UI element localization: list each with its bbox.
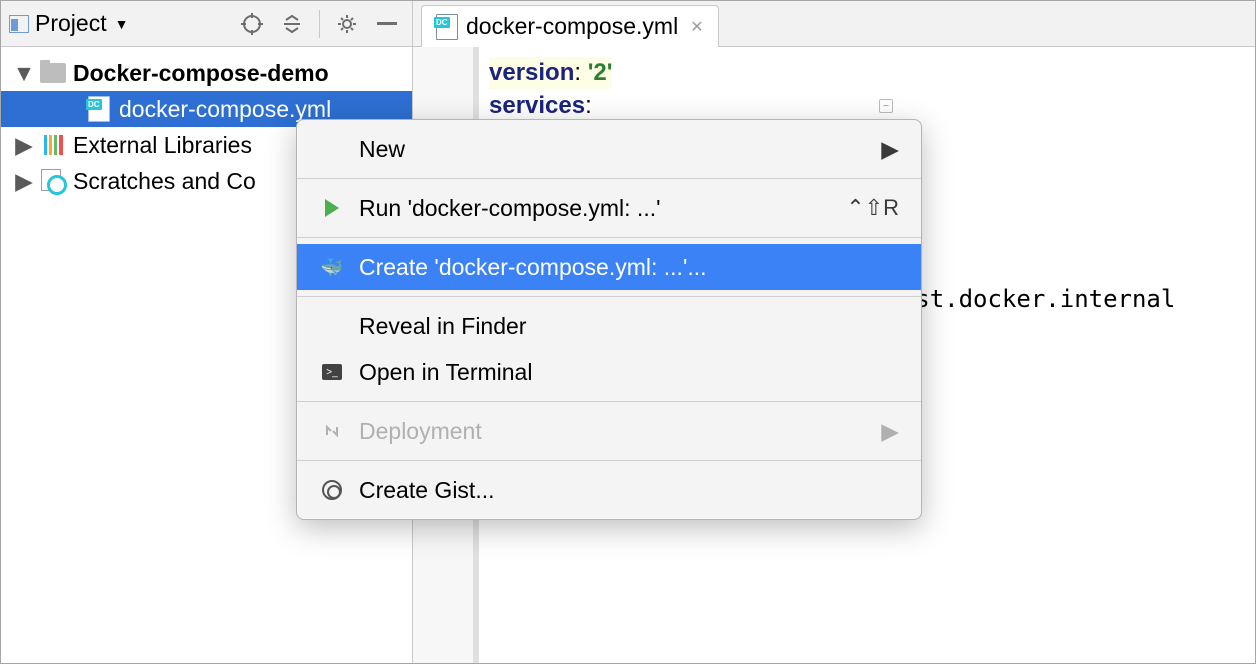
- menu-create-gist[interactable]: Create Gist...: [297, 467, 921, 513]
- project-label: Project: [35, 10, 107, 37]
- code-value: '2': [588, 59, 613, 86]
- menu-run[interactable]: Run 'docker-compose.yml: ...' ⌃⇧R: [297, 185, 921, 231]
- menu-deployment: Deployment ▶: [297, 408, 921, 454]
- file-label: docker-compose.yml: [119, 96, 331, 123]
- root-folder-label: Docker-compose-demo: [73, 60, 329, 87]
- close-tab-icon[interactable]: ✕: [690, 17, 703, 37]
- collapse-button[interactable]: [275, 7, 309, 41]
- github-icon: [322, 480, 342, 500]
- tab-label: docker-compose.yml: [466, 13, 678, 40]
- play-icon: [325, 199, 339, 217]
- docker-icon: 🐳: [321, 257, 343, 278]
- menu-label: Reveal in Finder: [359, 313, 526, 340]
- tree-root-folder[interactable]: ▼ Docker-compose-demo: [1, 55, 412, 91]
- code-key: services: [489, 92, 585, 119]
- menu-label: Run 'docker-compose.yml: ...': [359, 195, 661, 222]
- code-key: version: [489, 59, 574, 86]
- menu-open-terminal[interactable]: >_ Open in Terminal: [297, 349, 921, 395]
- fold-marker-icon[interactable]: −: [879, 99, 893, 113]
- docker-compose-file-icon: [88, 96, 110, 122]
- editor-tab[interactable]: docker-compose.yml ✕: [421, 5, 719, 47]
- external-libraries-label: External Libraries: [73, 132, 252, 159]
- sidebar-toolbar: Project ▼: [1, 1, 412, 47]
- deployment-icon: [319, 421, 345, 441]
- locate-button[interactable]: [235, 7, 269, 41]
- submenu-arrow-icon: ▶: [881, 418, 899, 445]
- menu-separator: [297, 237, 921, 238]
- hide-button[interactable]: [370, 7, 404, 41]
- menu-label: Open in Terminal: [359, 359, 532, 386]
- dropdown-triangle-icon: ▼: [115, 16, 129, 32]
- context-menu: New ▶ Run 'docker-compose.yml: ...' ⌃⇧R …: [296, 119, 922, 520]
- gear-icon: [336, 13, 358, 35]
- project-selector[interactable]: Project ▼: [9, 10, 128, 37]
- menu-label: Create 'docker-compose.yml: ...'...: [359, 254, 707, 281]
- menu-label: Deployment: [359, 418, 482, 445]
- menu-separator: [297, 296, 921, 297]
- menu-label: New: [359, 136, 405, 163]
- terminal-icon: >_: [322, 364, 342, 380]
- scratches-icon: [41, 169, 65, 193]
- target-icon: [241, 13, 263, 35]
- menu-shortcut: ⌃⇧R: [846, 195, 899, 221]
- editor-tabbar: docker-compose.yml ✕: [413, 1, 1255, 47]
- menu-reveal-finder[interactable]: Reveal in Finder: [297, 303, 921, 349]
- minimize-icon: [377, 22, 397, 26]
- menu-separator: [297, 460, 921, 461]
- menu-new[interactable]: New ▶: [297, 126, 921, 172]
- menu-create-run-config[interactable]: 🐳 Create 'docker-compose.yml: ...'...: [297, 244, 921, 290]
- libraries-icon: [44, 135, 63, 155]
- menu-separator: [297, 178, 921, 179]
- settings-button[interactable]: [330, 7, 364, 41]
- submenu-arrow-icon: ▶: [881, 136, 899, 163]
- docker-compose-file-icon: [436, 14, 458, 40]
- collapse-arrow-icon: ▶: [15, 132, 33, 159]
- collapse-icon: [282, 14, 302, 34]
- folder-icon: [40, 63, 66, 83]
- expand-arrow-icon: ▼: [15, 60, 33, 87]
- menu-label: Create Gist...: [359, 477, 494, 504]
- collapse-arrow-icon: ▶: [15, 168, 33, 195]
- scratches-label: Scratches and Co: [73, 168, 256, 195]
- window-icon: [9, 15, 29, 33]
- menu-separator: [297, 401, 921, 402]
